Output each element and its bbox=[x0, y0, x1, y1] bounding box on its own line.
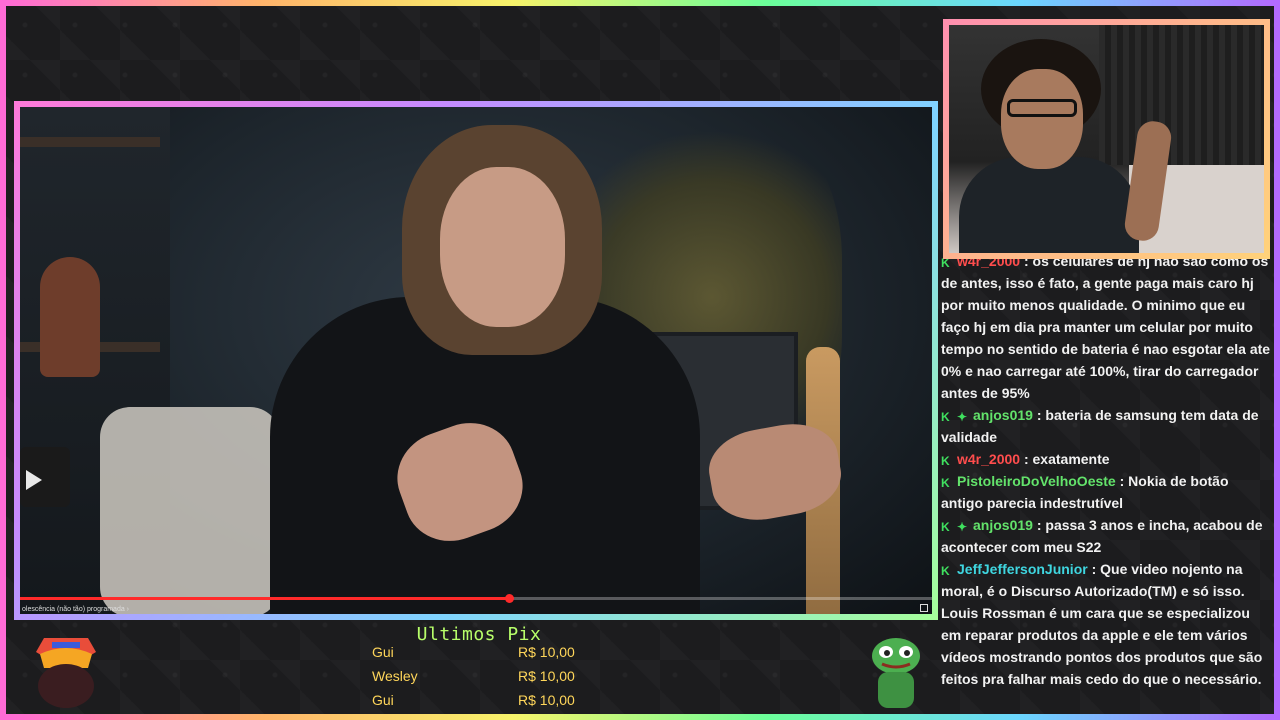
shelf-board bbox=[20, 137, 160, 147]
pix-amount: R$ 10,00 bbox=[518, 644, 575, 660]
webcam-acoustic-wall bbox=[1099, 25, 1264, 165]
sparkle-icon: ✦ bbox=[957, 520, 968, 534]
video-person-face bbox=[440, 167, 565, 327]
kick-icon: K bbox=[941, 476, 950, 490]
chat-separator: : bbox=[1032, 407, 1046, 423]
pix-amount: R$ 10,00 bbox=[518, 692, 575, 708]
pix-donor-name: Gui bbox=[372, 644, 394, 660]
chat-message-partial: tem licença e ta cansado de dar dinheiro… bbox=[941, 0, 1271, 9]
video-progress-fill bbox=[20, 597, 509, 600]
kick-icon: K bbox=[941, 520, 950, 534]
pix-row: Gui R$ 10,00 bbox=[372, 644, 592, 668]
chat-username[interactable]: JeffJeffersonJunior bbox=[957, 561, 1088, 577]
video-chapter-label[interactable]: olescência (não tão) programada › bbox=[22, 606, 129, 613]
video-scene-pot bbox=[40, 257, 100, 377]
chat-message-list: Kw4r_2000 : os celulares de hj não são c… bbox=[941, 250, 1273, 690]
video-frame: olescência (não tão) programada › bbox=[14, 101, 938, 620]
kick-icon: K bbox=[941, 410, 950, 424]
pix-donor-name: Wesley bbox=[372, 668, 418, 684]
webcam-view bbox=[949, 25, 1264, 253]
chat-message-text: Que video nojento na moral, é o Discurso… bbox=[941, 561, 1263, 687]
chat-message: K ✦ anjos019 : passa 3 anos e incha, acabo… bbox=[941, 514, 1273, 558]
chat-message: Kw4r_2000 : exatamente bbox=[941, 448, 1273, 470]
chat-username[interactable]: anjos019 bbox=[973, 517, 1033, 533]
pix-title: Ultimos Pix bbox=[416, 624, 542, 645]
sparkle-icon: ✦ bbox=[957, 410, 968, 424]
chat-message-text: exatamente bbox=[1032, 451, 1110, 467]
video-progress-handle[interactable] bbox=[504, 594, 514, 603]
video-player[interactable]: olescência (não tão) programada › bbox=[20, 107, 932, 614]
pix-row: Wesley R$ 10,00 bbox=[372, 668, 592, 692]
webcam-person-glasses bbox=[1007, 99, 1077, 117]
video-scene-sofa bbox=[100, 407, 280, 614]
pepe-frog-icon bbox=[872, 638, 920, 708]
webcam-person-body bbox=[959, 157, 1139, 253]
kick-icon: K bbox=[941, 564, 950, 578]
chat-username[interactable]: anjos019 bbox=[973, 407, 1033, 423]
webcam-person-face bbox=[1001, 69, 1083, 169]
pix-panel: Ultimos Pix Gui R$ 10,00 Wesley R$ 10,00… bbox=[14, 622, 938, 714]
chat-message: K PistoleiroDoVelhoOeste : Nokia de botão… bbox=[941, 470, 1273, 514]
pix-donor-name: Gui bbox=[372, 692, 394, 708]
chat-separator: : bbox=[1087, 561, 1101, 577]
pix-amount: R$ 10,00 bbox=[518, 668, 575, 684]
chat-message: K JeffJeffersonJunior : Que video nojento… bbox=[941, 558, 1273, 690]
chat-separator: : bbox=[1115, 473, 1129, 489]
chat-username[interactable]: w4r_2000 bbox=[957, 451, 1020, 467]
chat-username[interactable]: PistoleiroDoVelhoOeste bbox=[957, 473, 1116, 489]
video-progress-bar[interactable] bbox=[20, 594, 932, 603]
chat-message: Kw4r_2000 : os celulares de hj não são c… bbox=[941, 250, 1273, 404]
chat-separator: : bbox=[1032, 517, 1046, 533]
chat-message: K ✦ anjos019 : bateria de samsung tem data… bbox=[941, 404, 1273, 448]
chat-message-text: os celulares de hj não são como os de an… bbox=[941, 253, 1271, 401]
pix-row: Gui R$ 10,00 bbox=[372, 692, 592, 716]
mascot-left-icon bbox=[36, 638, 96, 708]
fullscreen-icon[interactable] bbox=[920, 604, 928, 612]
kick-icon: K bbox=[941, 454, 950, 468]
webcam-frame bbox=[943, 19, 1270, 259]
chat-separator: : bbox=[1020, 451, 1033, 467]
play-icon bbox=[26, 470, 42, 490]
